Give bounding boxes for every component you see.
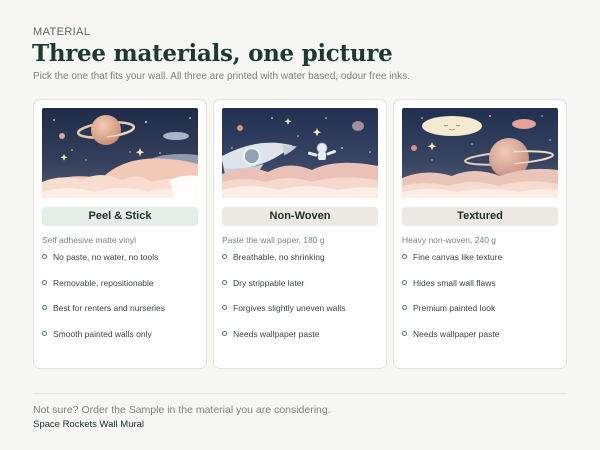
- bullet-icon: [42, 279, 47, 285]
- bullet-icon: [222, 305, 227, 310]
- bullet-icon: [42, 305, 47, 310]
- bullet-icon: [42, 254, 47, 259]
- product-name: Space Rockets Wall Mural: [33, 419, 145, 430]
- bullet-icon: [402, 254, 407, 259]
- feature-item: Removable, repositionable: [42, 278, 165, 304]
- material-name-pill[interactable]: Peel & Stick: [42, 207, 198, 226]
- feature-item: Hides small wall flaws: [402, 278, 502, 304]
- material-spec: Self adhesive matte vinyl: [42, 235, 137, 245]
- bullet-icon: [222, 279, 227, 285]
- material-card-non-woven[interactable]: Non-Woven Paste the wall paper, 180 g Br…: [213, 99, 387, 369]
- feature-item: Fine canvas like texture: [402, 252, 502, 278]
- material-name-pill[interactable]: Non-Woven: [222, 207, 378, 226]
- material-spec: Paste the wall paper, 180 g: [222, 235, 325, 245]
- feature-item: Premium painted look: [402, 303, 502, 329]
- feature-item: Forgives slightly uneven walls: [222, 303, 345, 329]
- feature-list: Fine canvas like texture Hides small wal…: [402, 252, 502, 354]
- divider: [33, 393, 567, 394]
- bullet-icon: [402, 279, 407, 285]
- material-card-peel-and-stick[interactable]: Peel & Stick Self adhesive matte vinyl N…: [33, 99, 207, 369]
- bullet-icon: [222, 254, 227, 259]
- feature-list: Breathable, no shrinking Dry strippable …: [222, 252, 345, 354]
- eyebrow-label: MATERIAL: [33, 26, 91, 38]
- page-subtitle: Pick the one that fits your wall. All th…: [33, 71, 410, 82]
- mural-preview-image: [222, 108, 378, 198]
- mural-preview-image: [402, 108, 558, 198]
- bullet-icon: [222, 330, 227, 336]
- material-name-pill[interactable]: Textured: [402, 207, 558, 226]
- material-card-textured[interactable]: Textured Heavy non-woven, 240 g Fine can…: [393, 99, 567, 369]
- bullet-icon: [402, 330, 407, 336]
- bullet-icon: [42, 330, 47, 336]
- feature-item: Needs wallpaper paste: [222, 329, 345, 355]
- feature-list: No paste, no water, no tools Removable, …: [42, 252, 165, 354]
- bullet-icon: [402, 305, 407, 310]
- material-spec: Heavy non-woven, 240 g: [402, 235, 497, 245]
- feature-item: Needs wallpaper paste: [402, 329, 502, 355]
- page-title: Three materials, one picture: [32, 40, 393, 67]
- feature-item: Breathable, no shrinking: [222, 252, 345, 278]
- footer-note: Not sure? Order the Sample in the materi…: [33, 404, 331, 416]
- feature-item: Best for renters and nurseries: [42, 303, 165, 329]
- feature-item: No paste, no water, no tools: [42, 252, 165, 278]
- feature-item: Smooth painted walls only: [42, 329, 165, 355]
- mural-preview-image: [42, 108, 198, 198]
- feature-item: Dry strippable later: [222, 278, 345, 304]
